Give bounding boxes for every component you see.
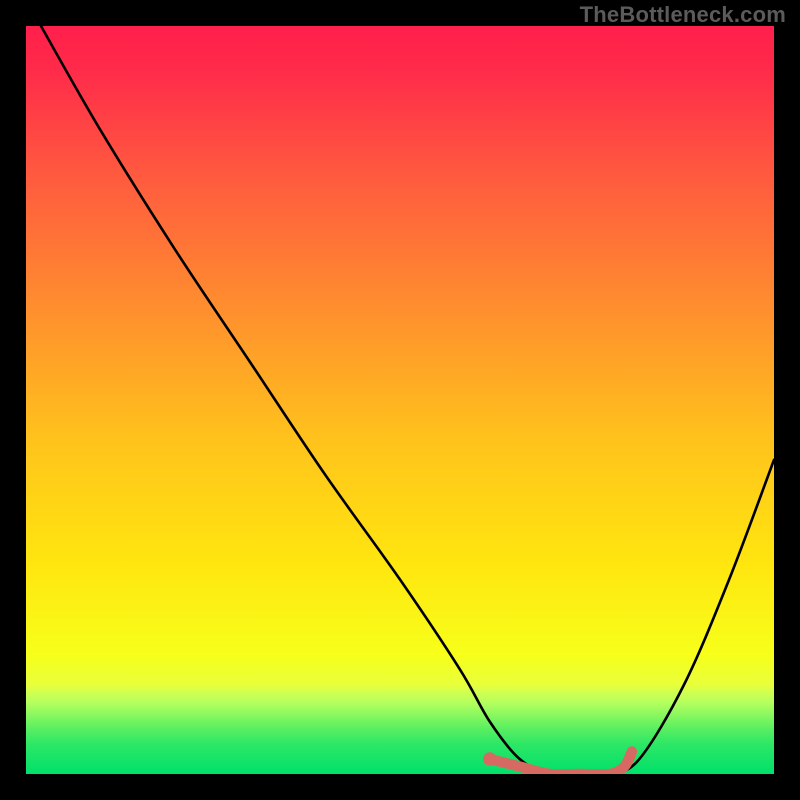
watermark-label: TheBottleneck.com bbox=[580, 2, 786, 28]
optimal-range-start-dot bbox=[483, 752, 496, 765]
gradient-background bbox=[26, 26, 774, 774]
bottleneck-chart bbox=[26, 26, 774, 774]
chart-frame: TheBottleneck.com bbox=[0, 0, 800, 800]
